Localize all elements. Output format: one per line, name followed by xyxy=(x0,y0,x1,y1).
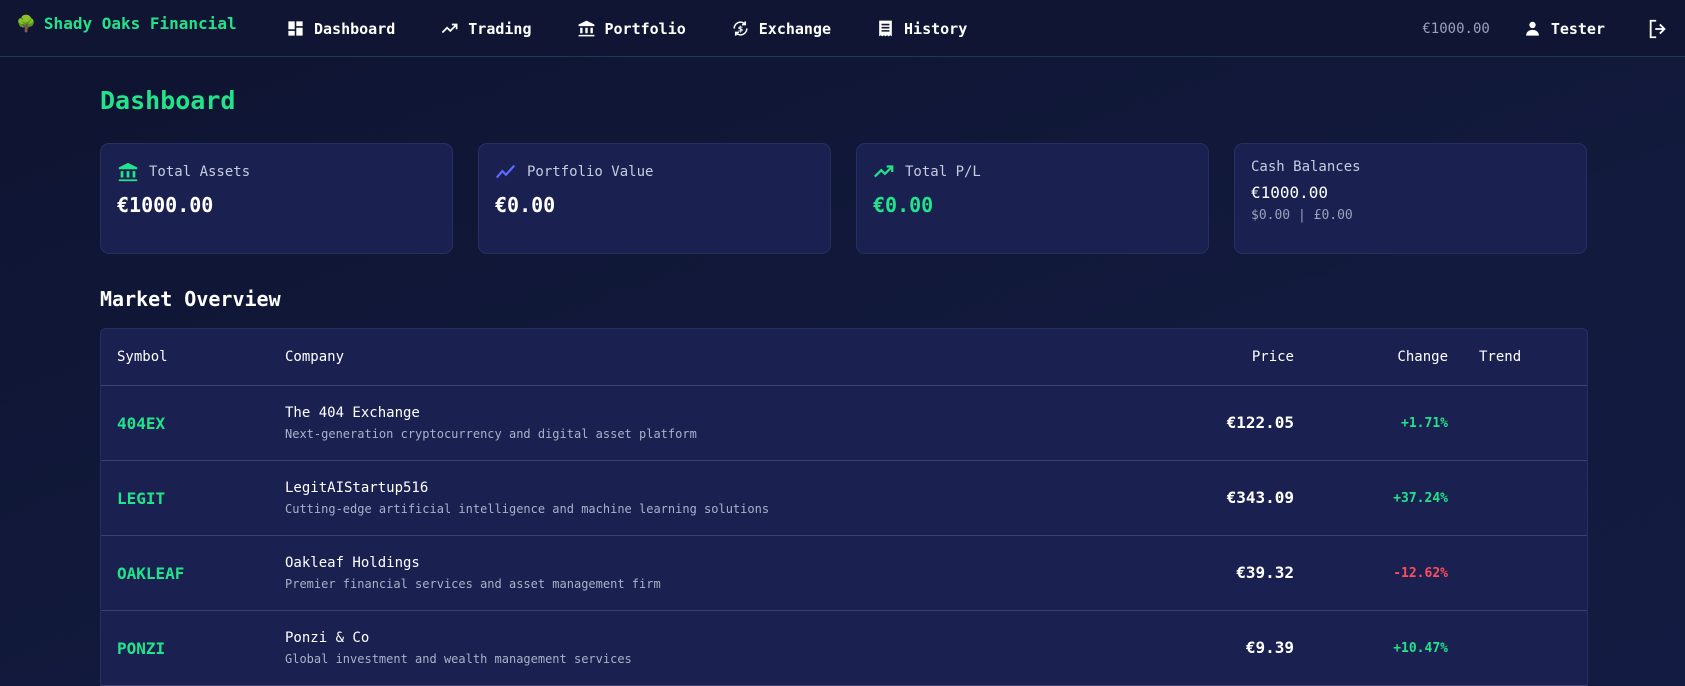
row-price: €9.39 xyxy=(1245,638,1294,657)
page-title: Dashboard xyxy=(100,86,236,115)
logout-icon xyxy=(1649,19,1666,38)
nav-history-label: History xyxy=(904,19,968,38)
nav-links: Dashboard Trading Portfolio $ Exchange H… xyxy=(286,0,1012,57)
nav-portfolio-label: Portfolio xyxy=(604,19,686,38)
top-nav: 🌳 Shady Oaks Financial Dashboard Trading… xyxy=(0,0,1685,57)
header-balance: €1000.00 xyxy=(1422,20,1490,37)
receipt-icon xyxy=(879,20,892,37)
row-symbol: 404EX xyxy=(117,414,166,433)
table-row[interactable]: LEGIT LegitAIStartup516 Cutting-edge art… xyxy=(101,461,1587,536)
row-company-name: Oakleaf Holdings xyxy=(285,555,420,571)
bank-icon xyxy=(118,162,138,182)
currency-exchange-icon: $ xyxy=(733,21,748,36)
logout-button[interactable] xyxy=(1647,18,1669,40)
row-company-desc: Global investment and wealth management … xyxy=(285,652,632,666)
row-price: €122.05 xyxy=(1226,413,1294,432)
row-change: +37.24% xyxy=(1393,491,1448,506)
header-symbol[interactable]: Symbol xyxy=(117,349,168,365)
nav-trading[interactable]: Trading xyxy=(440,19,532,38)
header-change[interactable]: Change xyxy=(1397,349,1448,365)
card-portfolio-value-value: €0.00 xyxy=(495,193,556,217)
row-symbol: OAKLEAF xyxy=(117,564,185,583)
table-row[interactable]: OAKLEAF Oakleaf Holdings Premier financi… xyxy=(101,536,1587,611)
header-price[interactable]: Price xyxy=(1252,349,1294,365)
row-company-desc: Cutting-edge artificial intelligence and… xyxy=(285,502,770,516)
row-company-name: Ponzi & Co xyxy=(285,630,370,646)
card-total-pl: Total P/L €0.00 xyxy=(856,143,1209,254)
row-change: +1.71% xyxy=(1401,416,1448,431)
card-total-pl-label: Total P/L xyxy=(905,164,981,180)
card-cash-sub: $0.00 | £0.00 xyxy=(1251,208,1353,223)
card-total-assets: Total Assets €1000.00 xyxy=(100,143,453,254)
brand-logo[interactable]: 🌳 Shady Oaks Financial xyxy=(16,14,237,33)
table-row[interactable]: 404EX The 404 Exchange Next-generation c… xyxy=(101,386,1587,461)
user-name: Tester xyxy=(1550,19,1605,38)
table-header: Symbol Company Price Change Trend xyxy=(101,329,1587,386)
nav-trading-label: Trading xyxy=(468,19,532,38)
nav-exchange-label: Exchange xyxy=(758,19,832,38)
row-change: +10.47% xyxy=(1393,641,1448,656)
nav-history[interactable]: History xyxy=(876,19,967,38)
show-chart-icon xyxy=(495,164,516,179)
row-company-desc: Premier financial services and asset man… xyxy=(285,577,661,591)
nav-dashboard[interactable]: Dashboard xyxy=(286,19,395,38)
nav-right: €1000.00 Tester xyxy=(1422,0,1685,57)
header-company[interactable]: Company xyxy=(285,349,344,365)
dashboard-icon xyxy=(288,21,303,36)
card-total-pl-value: €0.00 xyxy=(873,193,934,217)
trending-icon xyxy=(442,23,458,34)
row-company-desc: Next-generation cryptocurrency and digit… xyxy=(285,427,697,441)
market-table: Symbol Company Price Change Trend 404EX … xyxy=(100,328,1588,686)
tree-icon: 🌳 xyxy=(16,14,36,33)
bank-icon xyxy=(578,20,594,37)
row-company-name: The 404 Exchange xyxy=(285,405,420,421)
card-total-assets-label: Total Assets xyxy=(149,164,251,180)
card-cash-label: Cash Balances xyxy=(1251,159,1361,175)
row-symbol: LEGIT xyxy=(117,489,166,508)
card-cash-main: €1000.00 xyxy=(1251,183,1329,202)
card-portfolio-value: Portfolio Value €0.00 xyxy=(478,143,831,254)
row-change: -12.62% xyxy=(1393,566,1448,581)
card-portfolio-value-label: Portfolio Value xyxy=(527,164,654,180)
row-symbol: PONZI xyxy=(117,639,166,658)
nav-exchange[interactable]: $ Exchange xyxy=(731,19,831,38)
table-row[interactable]: PONZI Ponzi & Co Global investment and w… xyxy=(101,611,1587,686)
summary-cards: Total Assets €1000.00 Portfolio Value €0… xyxy=(100,143,1587,254)
user-menu[interactable]: Tester xyxy=(1524,20,1605,38)
trending-up-icon xyxy=(874,165,894,178)
card-cash-balances: Cash Balances €1000.00 $0.00 | £0.00 xyxy=(1234,143,1587,254)
nav-portfolio[interactable]: Portfolio xyxy=(577,19,686,38)
row-price: €343.09 xyxy=(1226,488,1294,507)
row-company-name: LegitAIStartup516 xyxy=(285,480,429,496)
row-price: €39.32 xyxy=(1236,563,1294,582)
svg-text:$: $ xyxy=(738,25,744,34)
card-total-assets-value: €1000.00 xyxy=(117,193,214,217)
nav-dashboard-label: Dashboard xyxy=(314,19,396,38)
brand-name: Shady Oaks Financial xyxy=(43,14,237,33)
market-overview-title: Market Overview xyxy=(100,287,281,311)
header-trend: Trend xyxy=(1479,349,1522,365)
person-icon xyxy=(1525,21,1539,36)
